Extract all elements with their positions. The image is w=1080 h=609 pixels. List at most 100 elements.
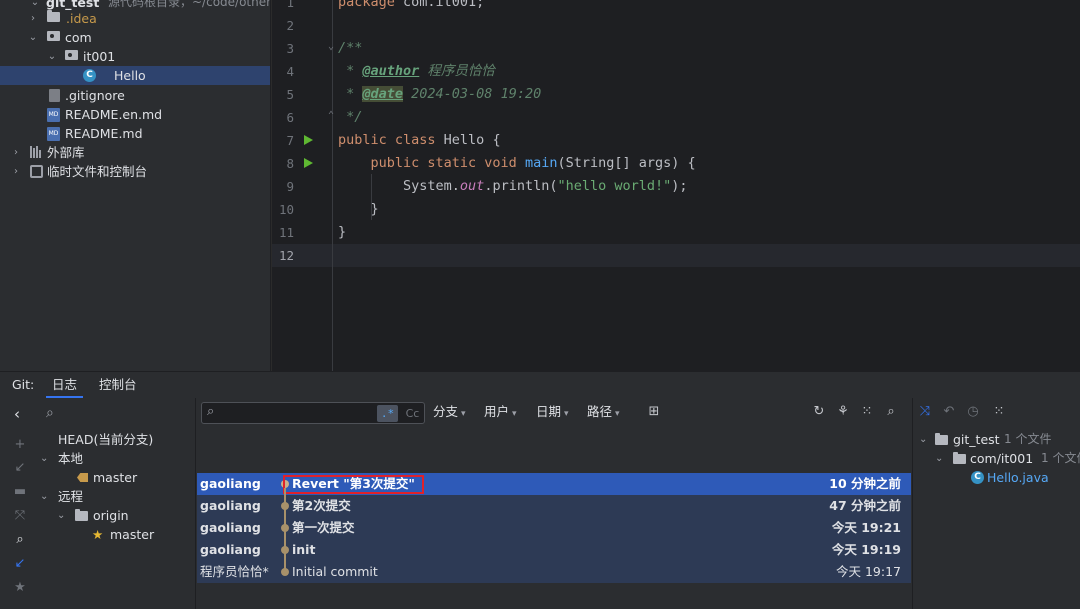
folder-icon (47, 10, 60, 22)
commit-row[interactable]: gaoliang 第一次提交 今天 19:21 (197, 517, 911, 539)
cherry-pick-icon[interactable]: ⚘ (835, 404, 851, 420)
current-line-highlight (272, 244, 1080, 267)
compare-icon[interactable]: ⤧ (12, 508, 28, 524)
branch-group-local[interactable]: ⌄ 本地 (34, 449, 195, 468)
line-number: 5 (286, 87, 294, 102)
commit-log: ⌕ .* Cc 分支 ▾ 用户 ▾ 日期 ▾ 路径 ▾ ⊞ ↻ ⚘ ⁙ ⌕ gaolia… (197, 398, 911, 609)
chevron-down-icon: ▾ (615, 409, 620, 419)
tab-log[interactable]: 日志 (46, 372, 84, 398)
code-line-10: } (338, 201, 379, 217)
tree-item-gitignore[interactable]: .gitignore (0, 86, 270, 105)
branch-filter[interactable]: 分支 ▾ (433, 398, 466, 426)
commit-row[interactable]: 程序员恰恰* Initial commit 今天 19:17 (197, 561, 911, 583)
tree-item-idea[interactable]: › .idea (0, 9, 270, 28)
branch-origin[interactable]: ⌄ origin (34, 506, 195, 525)
chevron-right-icon[interactable]: › (11, 143, 21, 162)
group-by-icon[interactable]: ⁙ (991, 404, 1007, 420)
search-icon: ⌕ (46, 405, 54, 421)
tree-item-readme[interactable]: MD README.md (0, 124, 270, 143)
tree-item-scratches[interactable]: › 临时文件和控制台 (0, 162, 270, 181)
line-number: 12 (278, 248, 294, 263)
tree-item-it001[interactable]: ⌄ it001 (0, 47, 270, 66)
add-icon[interactable]: + (12, 437, 28, 453)
changed-file[interactable]: C Hello.java (913, 468, 1080, 487)
code-line-9: System.out.println("hello world!"); (338, 178, 688, 194)
branch-origin-master[interactable]: ★ master (34, 525, 195, 544)
chevron-down-icon[interactable]: ⌄ (47, 47, 57, 66)
search-icon[interactable]: ⌕ (883, 404, 899, 420)
tag-icon (77, 473, 88, 482)
update-icon[interactable]: ↙ (12, 556, 28, 572)
line-number: 11 (278, 225, 294, 240)
commit-row[interactable]: gaoliang Revert "第3次提交" 10 分钟之前 (197, 473, 911, 495)
code-line-5: * @date 2024-03-08 19:20 (338, 86, 542, 102)
fold-icon[interactable]: ⌃ (328, 110, 334, 121)
git-label: Git: (12, 377, 35, 392)
tree-item-com[interactable]: ⌄ com (0, 28, 270, 47)
chevron-right-icon[interactable]: › (11, 162, 21, 181)
code-editor[interactable]: 1 2 3 4 5 6 7 8 9 10 11 12 ⌄ ⌃ package c… (272, 0, 1080, 371)
new-tab-icon[interactable]: ⊞ (646, 404, 662, 420)
refresh-icon[interactable]: ↻ (811, 404, 827, 420)
package-icon (47, 31, 60, 41)
git-tabs: Git: 日志 控制台 (0, 372, 1080, 398)
markdown-icon: MD (47, 127, 60, 141)
code-line-4: * @author 程序员恰恰 (338, 63, 495, 79)
gutter-separator (332, 0, 333, 371)
changed-dir[interactable]: ⌄ com/it001 1 个文件 (913, 449, 1080, 468)
undo-icon[interactable]: ↶ (941, 404, 957, 420)
commit-row[interactable]: gaoliang 第2次提交 47 分钟之前 (197, 495, 911, 517)
changed-files-panel: ⤨ ↶ ◷ ⁙ ⌄ git_test 1 个文件 ⌄ com/it001 1 个… (912, 398, 1080, 609)
options-icon[interactable]: ⁙ (859, 404, 875, 420)
chevron-down-icon[interactable]: ⌄ (28, 28, 38, 47)
branch-group-remote[interactable]: ⌄ 远程 (34, 487, 195, 506)
arrow-down-left-icon[interactable]: ↙ (12, 460, 28, 476)
history-icon[interactable]: ◷ (965, 404, 981, 420)
star-icon[interactable]: ★ (12, 580, 28, 596)
changed-root[interactable]: ⌄ git_test 1 个文件 (913, 430, 1080, 449)
run-class-icon[interactable] (304, 135, 313, 145)
cherry-pick-arrows-icon[interactable]: ⤨ (917, 404, 933, 420)
path-filter[interactable]: 路径 ▾ (587, 398, 620, 426)
run-main-icon[interactable] (304, 158, 313, 168)
git-side-toolbar: ‹ + ↙ ▬ ⤧ ⌕ ↙ ★ (6, 398, 34, 609)
line-number: 1 (286, 0, 294, 10)
tree-item-readme-en[interactable]: MD README.en.md (0, 105, 270, 124)
user-filter[interactable]: 用户 ▾ (484, 398, 517, 426)
line-number: 8 (286, 156, 294, 171)
tree-item-external-libs[interactable]: › 外部库 (0, 143, 270, 162)
fold-icon[interactable]: ⌄ (328, 41, 334, 52)
code-line-3: /** (338, 40, 363, 56)
chevron-down-icon[interactable]: ⌄ (40, 449, 48, 468)
chevron-down-icon[interactable]: ⌄ (935, 449, 943, 468)
collapse-icon[interactable]: ‹ (9, 406, 25, 422)
match-case-toggle[interactable]: Cc (402, 405, 423, 422)
branch-head[interactable]: HEAD(当前分支) (34, 430, 195, 449)
tab-console[interactable]: 控制台 (93, 372, 143, 398)
date-filter[interactable]: 日期 ▾ (536, 398, 569, 426)
class-icon: C (971, 471, 984, 484)
library-icon (30, 146, 44, 158)
search-icon[interactable]: ⌕ (12, 532, 28, 548)
code-line-11: } (338, 224, 347, 240)
code-line-6: */ (338, 109, 363, 125)
regex-toggle[interactable]: .* (377, 405, 398, 422)
commit-row[interactable]: gaoliang init 今天 19:19 (197, 539, 911, 561)
line-number: 4 (286, 64, 294, 79)
chevron-down-icon: ▾ (461, 409, 466, 419)
branch-local-master[interactable]: master (34, 468, 195, 487)
tree-item-hello[interactable]: C Hello (0, 66, 270, 85)
git-tool-window: Git: 日志 控制台 ‹ + ↙ ▬ ⤧ ⌕ ↙ ★ ⌕ HEAD(当前分支)… (0, 371, 1080, 609)
chevron-down-icon[interactable]: ⌄ (919, 430, 927, 449)
file-icon (49, 89, 60, 102)
class-icon: C (83, 69, 96, 82)
chevron-down-icon[interactable]: ⌄ (40, 487, 48, 506)
line-number: 9 (286, 179, 294, 194)
code-line-8: public static void main(String[] args) { (338, 155, 696, 171)
chevron-right-icon[interactable]: › (28, 9, 38, 28)
delete-icon[interactable]: ▬ (12, 484, 28, 500)
branch-search-input[interactable]: ⌕ (38, 402, 192, 426)
chevron-down-icon: ▾ (564, 409, 569, 419)
chevron-down-icon[interactable]: ⌄ (57, 506, 65, 525)
commit-search-input[interactable]: ⌕ .* Cc (201, 402, 425, 424)
